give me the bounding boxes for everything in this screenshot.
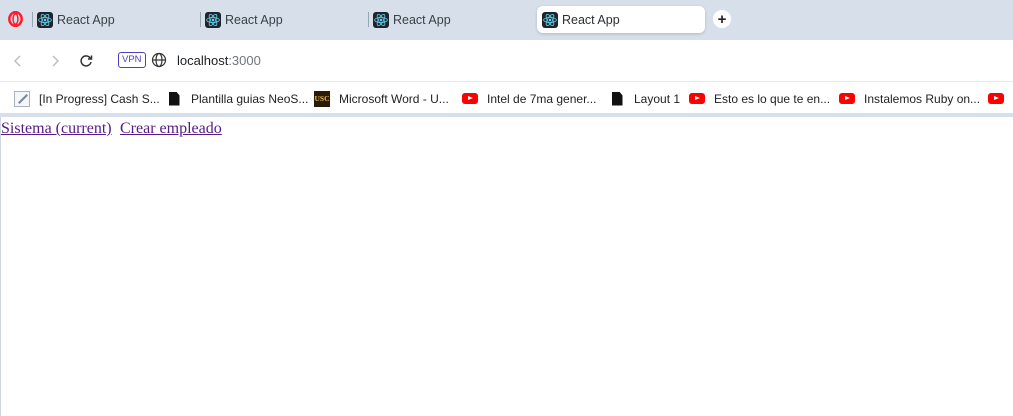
tab-react-app-2[interactable]: React App <box>200 6 368 33</box>
bookmark-item[interactable]: USC Microsoft Word - U... <box>314 90 449 107</box>
url-host: localhost <box>177 53 229 68</box>
vpn-badge[interactable]: VPN <box>118 52 146 68</box>
tab-strip: React App React App React App React App … <box>0 0 1013 40</box>
bookmark-label: [In Progress] Cash S... <box>39 91 160 106</box>
tab-separator <box>368 12 369 27</box>
nav-link-crear-empleado[interactable]: Crear empleado <box>120 120 222 138</box>
globe-icon[interactable] <box>151 52 167 68</box>
tab-react-app-3[interactable]: React App <box>368 6 536 33</box>
page-content: Sistema (current) Crear empleado <box>0 117 1013 416</box>
address-bar: VPN localhost:3000 <box>0 40 1013 81</box>
tab-title: React App <box>393 12 451 27</box>
bookmark-item[interactable]: Instalemos Ruby on... <box>839 90 980 107</box>
chevron-left-icon <box>14 55 21 67</box>
back-button[interactable] <box>9 52 27 70</box>
plus-icon: + <box>717 10 727 28</box>
nav-link-sistema[interactable]: Sistema (current) <box>1 120 112 138</box>
opera-logo-icon[interactable] <box>8 11 23 27</box>
tab-separator <box>32 12 33 27</box>
reload-icon <box>80 55 93 67</box>
bookmark-label: Esto es lo que te en... <box>714 91 831 106</box>
tab-react-app-1[interactable]: React App <box>32 6 200 33</box>
pencil-doc-icon <box>14 90 30 107</box>
url-port: :3000 <box>228 53 261 68</box>
bookmark-label: Instalemos Ruby on... <box>864 91 981 106</box>
youtube-icon <box>988 91 1004 107</box>
reload-button[interactable] <box>77 52 95 70</box>
react-icon <box>542 11 558 28</box>
tab-react-app-active[interactable]: React App <box>537 6 705 33</box>
react-icon <box>37 11 53 28</box>
bookmark-item[interactable]: Layout 1 <box>609 90 680 107</box>
youtube-icon <box>689 91 705 107</box>
tab-separator <box>200 12 201 27</box>
chevron-right-icon <box>52 55 59 67</box>
bookmark-item[interactable]: [In Progress] Cash S... <box>14 90 160 107</box>
bookmark-label: Plantilla guias NeoS... <box>191 91 309 106</box>
react-icon <box>205 11 221 28</box>
bookmark-item[interactable]: Esto es lo que te en... <box>689 90 830 107</box>
bookmark-label: Layout 1 <box>634 91 681 106</box>
youtube-icon <box>462 91 478 107</box>
bookmarks-bar: [In Progress] Cash S... Plantilla guias … <box>0 81 1013 113</box>
document-icon <box>166 91 182 107</box>
react-icon <box>373 11 389 28</box>
bookmark-overflow-item[interactable] <box>988 90 1004 107</box>
bookmark-item[interactable]: Intel de 7ma gener... <box>462 90 596 107</box>
url-field[interactable]: localhost:3000 <box>177 53 261 68</box>
usc-logo-icon: USC <box>314 90 330 107</box>
bookmark-label: Intel de 7ma gener... <box>487 91 597 106</box>
tab-title: React App <box>225 12 283 27</box>
document-icon <box>609 91 625 107</box>
tab-title: React App <box>562 12 620 27</box>
new-tab-button[interactable]: + <box>713 10 731 28</box>
tab-title: React App <box>57 12 115 27</box>
youtube-icon <box>839 91 855 107</box>
forward-button[interactable] <box>46 52 64 70</box>
bookmark-item[interactable]: Plantilla guias NeoS... <box>166 90 308 107</box>
bookmark-label: Microsoft Word - U... <box>339 91 449 106</box>
